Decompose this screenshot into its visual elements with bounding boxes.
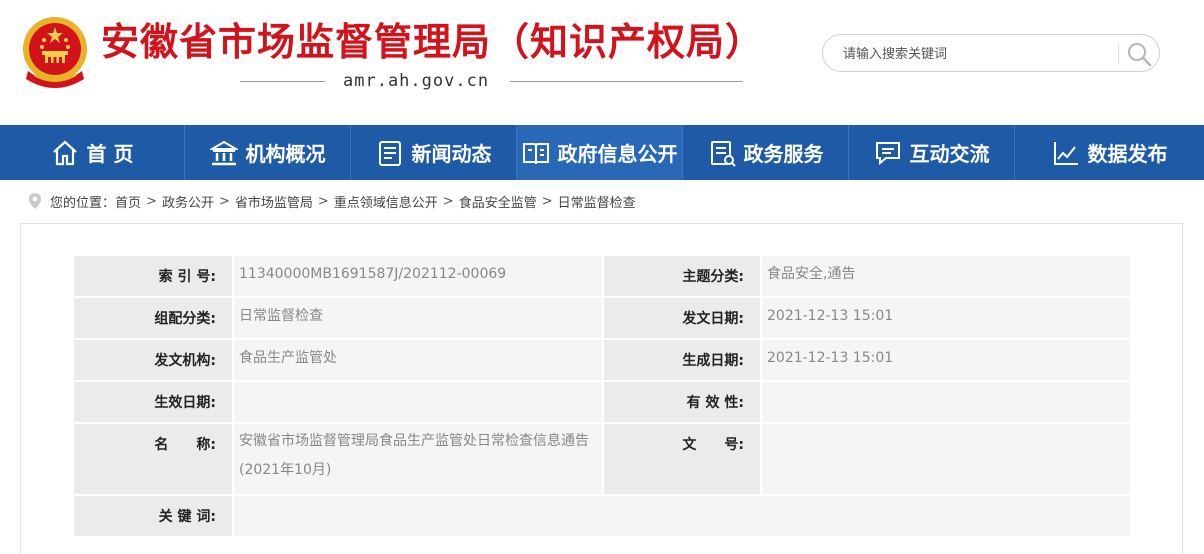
table-row: 组配分类: 日常监督检查 发文日期: 2021-12-13 15:01 [72,296,1132,340]
table-row: 发文机构: 食品生产监管处 生成日期: 2021-12-13 15:01 [72,338,1132,382]
nav-item-interaction[interactable]: 互动交流 [849,125,1015,180]
nav-label: 政府信息公开 [557,142,678,166]
meta-created-date: 2021-12-13 15:01 [767,350,894,366]
breadcrumb-link-daily-inspection[interactable]: 日常监督检查 [558,192,636,211]
nav-item-services[interactable]: 政务服务 [683,125,849,180]
service-form-icon [710,140,736,167]
document-meta-table: 索 引 号: 11340000MB1691587J/202112-00069 主… [72,254,1132,538]
news-icon [378,140,401,166]
meta-label: 生效日期: [72,380,234,424]
meta-value [760,422,1132,496]
nav-label: 新闻动态 [411,142,492,166]
breadcrumb-link-gov-affairs[interactable]: 政务公开 [162,192,214,211]
table-row: 名 称: 安徽省市场监督管理局食品生产监管处日常检查信息通告(2021年10月)… [72,422,1132,496]
meta-label: 索 引 号: [72,254,234,298]
search-icon[interactable] [1125,40,1153,68]
meta-value: 安徽省市场监督管理局食品生产监管处日常检查信息通告(2021年10月) [232,422,604,496]
breadcrumb-link-food-safety[interactable]: 食品安全监管 [459,192,537,211]
chat-icon [875,141,900,165]
breadcrumb-link-bureau[interactable]: 省市场监管局 [235,192,313,211]
meta-value [232,380,604,424]
national-emblem-icon [23,17,87,88]
divider [510,81,743,82]
nav-item-data[interactable]: 数据发布 [1015,125,1204,180]
meta-index-number: 11340000MB1691587J/202112-00069 [239,266,507,282]
nav-label: 政务服务 [743,142,824,166]
breadcrumb-separator: > [146,193,157,209]
table-row: 生效日期: 有 效 性: [72,380,1132,424]
meta-value: 2021-12-13 15:01 [760,338,1132,382]
meta-category: 日常监督检查 [239,308,323,324]
meta-label: 组配分类: [72,296,234,340]
meta-label: 主题分类: [602,254,762,298]
meta-publish-date: 2021-12-13 15:01 [767,308,894,324]
breadcrumb-separator: > [442,193,454,209]
main-nav: 首 页 机构概况 新闻动态 政府信息公开 政务服务 互动交流 数据发布 [0,125,1204,180]
nav-label: 机构概况 [245,142,326,166]
site-domain: amr.ah.gov.cn [343,71,490,91]
breadcrumb-link-home[interactable]: 首页 [115,192,141,211]
search-divider [1118,44,1119,64]
meta-label: 发文机构: [72,338,234,382]
meta-value: 2021-12-13 15:01 [760,296,1132,340]
building-icon [209,140,238,165]
breadcrumb-prefix: 您的位置： [50,195,116,211]
nav-item-home[interactable]: 首 页 [0,125,185,180]
document-info-box: 索 引 号: 11340000MB1691587J/202112-00069 主… [20,223,1183,554]
table-row: 关 键 词: [72,494,1132,538]
search-input[interactable] [841,43,1115,65]
meta-topic: 食品安全,通告 [767,266,856,282]
breadcrumb: 您的位置： 首页 > 政务公开 > 省市场监管局 > 重点领域信息公开 > 食品… [28,190,636,212]
open-book-icon [522,142,549,164]
nav-item-organization[interactable]: 机构概况 [185,125,351,180]
site-title: 安徽省市场监督管理局（知识产权局） [101,20,765,64]
nav-item-gov-info[interactable]: 政府信息公开 [517,125,683,180]
breadcrumb-link-key-areas[interactable]: 重点领域信息公开 [334,192,438,211]
site-domain-line: amr.ah.gov.cn [240,71,743,91]
meta-label: 发文日期: [602,296,762,340]
nav-label: 首 页 [86,142,134,166]
meta-value [232,494,1132,538]
meta-label: 文 号: [602,422,762,496]
breadcrumb-separator: > [541,193,553,209]
search-box [822,34,1160,72]
meta-value: 日常监督检查 [232,296,604,340]
breadcrumb-separator: > [317,193,329,209]
meta-value: 食品安全,通告 [760,254,1132,298]
line-chart-icon [1053,141,1078,165]
meta-title: 安徽省市场监督管理局食品生产监管处日常检查信息通告(2021年10月) [239,433,589,478]
nav-label: 互动交流 [909,142,990,166]
meta-value: 食品生产监管处 [232,338,604,382]
meta-value: 11340000MB1691587J/202112-00069 [232,254,604,298]
nav-label: 数据发布 [1087,142,1168,166]
site-header: 安徽省市场监督管理局（知识产权局） amr.ah.gov.cn [0,0,1204,125]
breadcrumb-separator: > [218,193,230,209]
home-icon [52,140,77,165]
nav-item-news[interactable]: 新闻动态 [351,125,517,180]
meta-label: 关 键 词: [72,494,234,538]
meta-value [760,380,1132,424]
meta-issuer: 食品生产监管处 [239,350,337,366]
location-pin-icon [29,193,41,209]
meta-label: 生成日期: [602,338,762,382]
meta-label: 名 称: [72,422,234,496]
meta-label: 有 效 性: [602,380,762,424]
divider [240,81,325,82]
table-row: 索 引 号: 11340000MB1691587J/202112-00069 主… [72,254,1132,298]
